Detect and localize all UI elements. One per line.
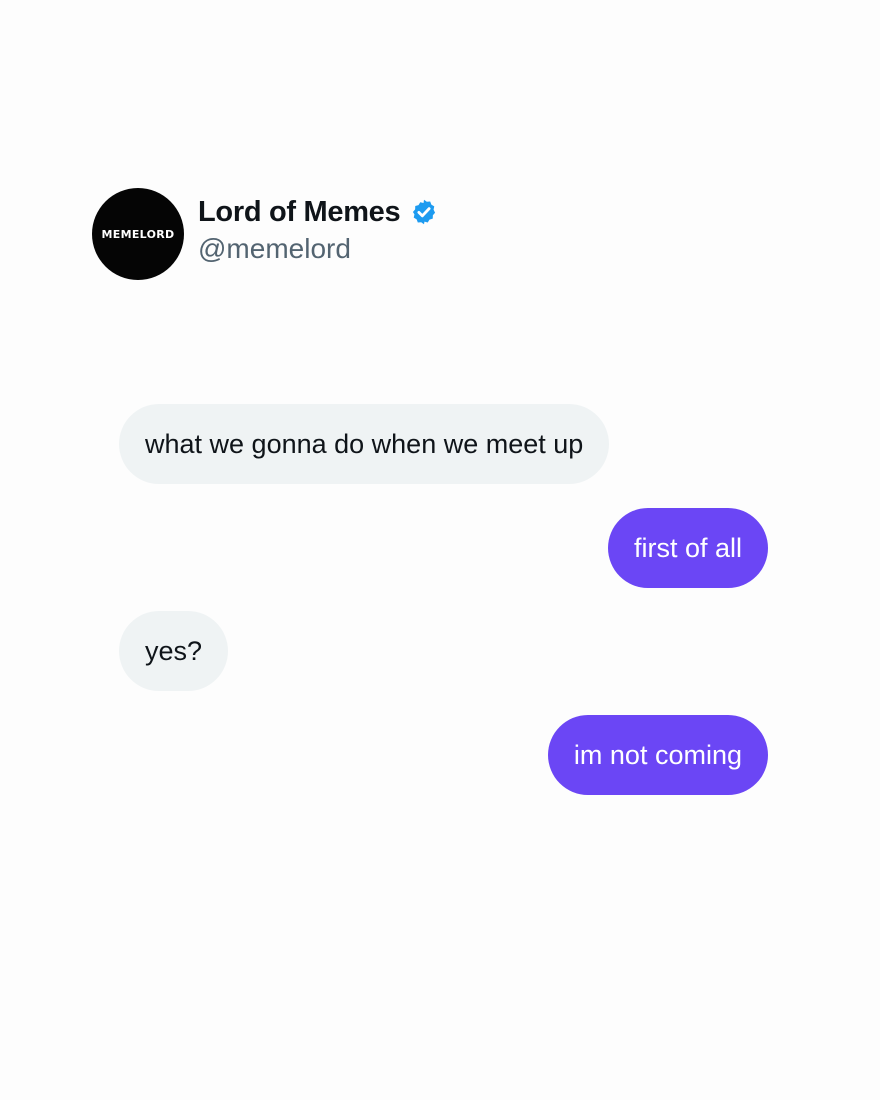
- avatar-logo-text: MEMELORD: [101, 227, 175, 241]
- message-bubble-outgoing: first of all: [607, 508, 768, 588]
- verified-badge-icon: [413, 199, 436, 225]
- message-bubble-incoming: what we gonna do when we meet up: [119, 404, 610, 484]
- profile-header: MEMELORD Lord of Memes @memelord: [92, 188, 438, 280]
- message-bubble-outgoing: im not coming: [547, 715, 768, 795]
- display-name[interactable]: Lord of Memes: [198, 196, 401, 229]
- avatar[interactable]: MEMELORD: [92, 188, 184, 280]
- handle[interactable]: @memelord: [198, 233, 438, 265]
- profile-identity: Lord of Memes @memelord: [198, 196, 438, 265]
- message-bubble-incoming: yes?: [119, 611, 229, 691]
- name-row: Lord of Memes: [198, 196, 438, 229]
